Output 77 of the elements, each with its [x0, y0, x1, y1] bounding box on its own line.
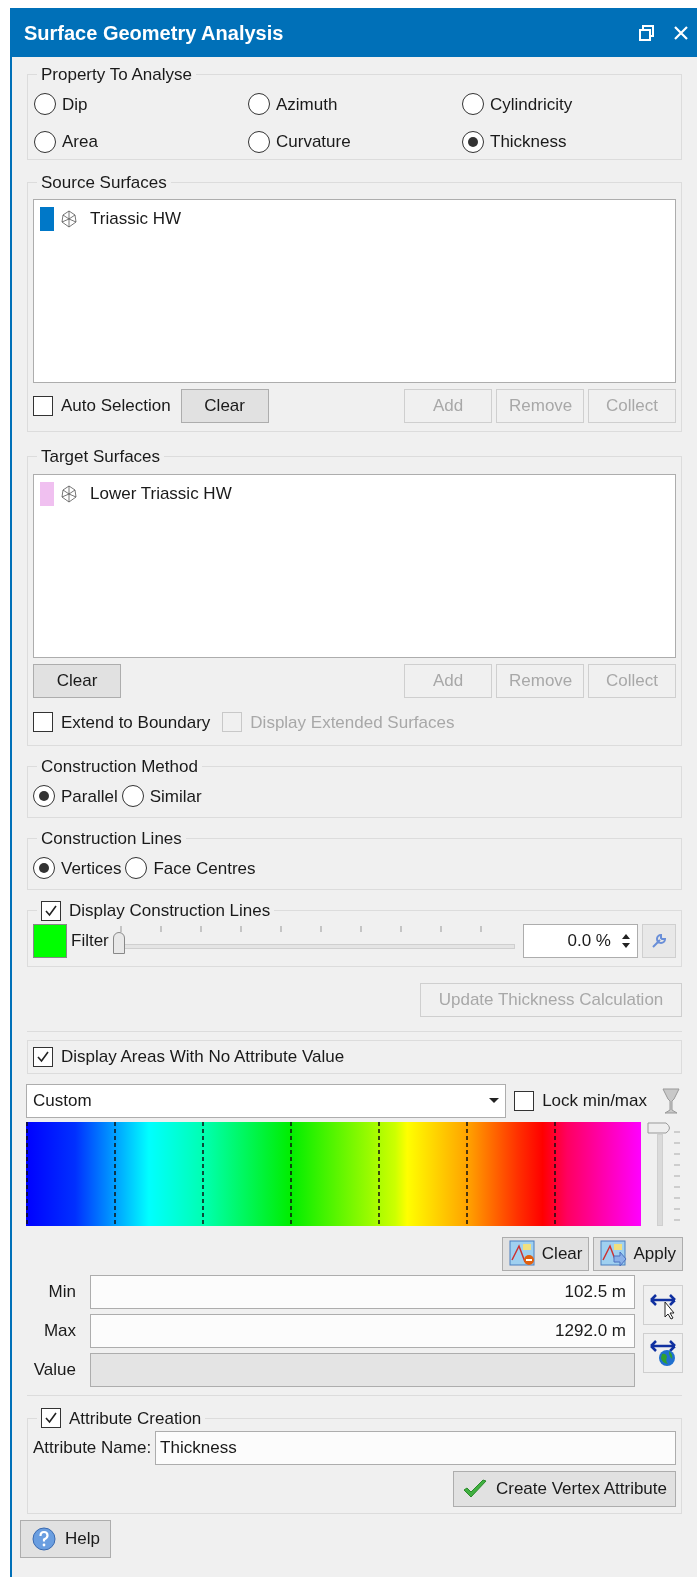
mesh-icon — [60, 484, 78, 503]
radio-button[interactable] — [462, 93, 484, 116]
radio-button[interactable] — [248, 130, 270, 153]
create-button[interactable]: Create Vertex Attribute — [452, 1471, 676, 1507]
field-label: Attribute Name: — [33, 1437, 152, 1460]
radio-label: Dip — [62, 93, 88, 116]
button[interactable]: Clear — [33, 663, 121, 698]
radio-label: Vertices — [61, 857, 122, 880]
group-label: Construction Lines — [41, 829, 182, 848]
radio-button[interactable] — [125, 857, 148, 880]
checkbox[interactable] — [33, 712, 53, 733]
radio-button[interactable] — [33, 785, 55, 808]
radio-label: Curvature — [276, 131, 351, 153]
checkbox-label: Display Extended Surfaces — [250, 711, 455, 734]
surface-name: Lower Triassic HW — [90, 482, 232, 505]
window-title: Surface Geometry Analysis — [24, 20, 284, 46]
list-item[interactable]: Triassic HW — [40, 206, 669, 232]
radio-button[interactable] — [34, 93, 56, 116]
group-label: Construction Method — [41, 757, 198, 776]
wrench-button[interactable] — [642, 923, 676, 958]
help-button[interactable]: Help — [20, 1520, 111, 1558]
checkbox[interactable] — [33, 396, 53, 416]
radio-label: Similar — [149, 785, 202, 808]
radio-label: Area — [62, 131, 98, 153]
button[interactable]: Clear — [180, 389, 269, 423]
mesh-icon — [60, 210, 78, 228]
radio-button[interactable] — [33, 857, 55, 880]
radio-button[interactable] — [34, 130, 56, 153]
checkbox[interactable] — [41, 900, 61, 921]
radio-label: Parallel — [61, 785, 118, 808]
preset-dropdown[interactable]: Custom — [26, 1083, 507, 1118]
globe-icon — [648, 1337, 678, 1368]
global-range-button[interactable] — [643, 1332, 683, 1373]
radio-label: Face Centres — [153, 857, 256, 880]
slider-thumb[interactable] — [112, 931, 125, 954]
radio-button[interactable] — [121, 785, 144, 808]
group-label: Target Surfaces — [41, 447, 161, 466]
input-field[interactable]: 1292.0 m — [90, 1313, 635, 1348]
color-swatch[interactable] — [33, 923, 67, 958]
surface-name: Triassic HW — [90, 208, 181, 231]
radio-button[interactable] — [248, 93, 270, 116]
close-icon[interactable] — [673, 24, 689, 41]
checkbox[interactable] — [33, 1046, 53, 1067]
field-label: Min — [47, 1280, 77, 1303]
checkbox-label: Extend to Boundary — [61, 711, 211, 734]
group-label: Source Surfaces — [41, 172, 167, 192]
list-item[interactable]: Lower Triassic HW — [40, 480, 669, 507]
checkbox-label: Auto Selection — [61, 395, 171, 418]
input-field[interactable]: Thickness — [155, 1431, 676, 1465]
radio-label: Cylindricity — [490, 93, 573, 116]
group-label: Property To Analyse — [41, 65, 192, 84]
help-icon — [31, 1526, 57, 1552]
radio-label: Azimuth — [276, 93, 338, 116]
input-field[interactable]: 102.5 m — [90, 1274, 635, 1309]
radio-button[interactable] — [462, 130, 484, 153]
eraser-map-icon — [508, 1240, 536, 1267]
checkbox-label: Attribute Creation — [69, 1407, 202, 1430]
vertical-slider[interactable] — [657, 1133, 663, 1226]
wrench-icon — [650, 931, 668, 950]
spin-box[interactable]: 0.0 % — [523, 923, 638, 958]
checkbox-label: Display Areas With No Attribute Value — [61, 1045, 345, 1068]
clear-button[interactable]: Clear — [501, 1236, 590, 1271]
checkbox[interactable] — [41, 1408, 61, 1429]
apply-button[interactable]: Apply — [593, 1236, 683, 1271]
spin-arrows-icon — [621, 932, 631, 949]
float-icon[interactable] — [639, 24, 655, 41]
checkbox[interactable] — [514, 1090, 535, 1111]
field-label: Max — [42, 1319, 77, 1342]
checkbox-label: Lock min/max — [542, 1089, 647, 1112]
radio-label: Thickness — [490, 131, 567, 153]
filter-label: Filter — [71, 929, 109, 952]
goblet-icon — [659, 1085, 683, 1116]
pick-range-button[interactable] — [643, 1284, 683, 1325]
checkmark-icon — [461, 1478, 488, 1500]
field-label: Value — [32, 1358, 77, 1381]
checkbox-label: Display Construction Lines — [69, 900, 271, 922]
dropdown-caret-icon — [489, 1097, 500, 1104]
